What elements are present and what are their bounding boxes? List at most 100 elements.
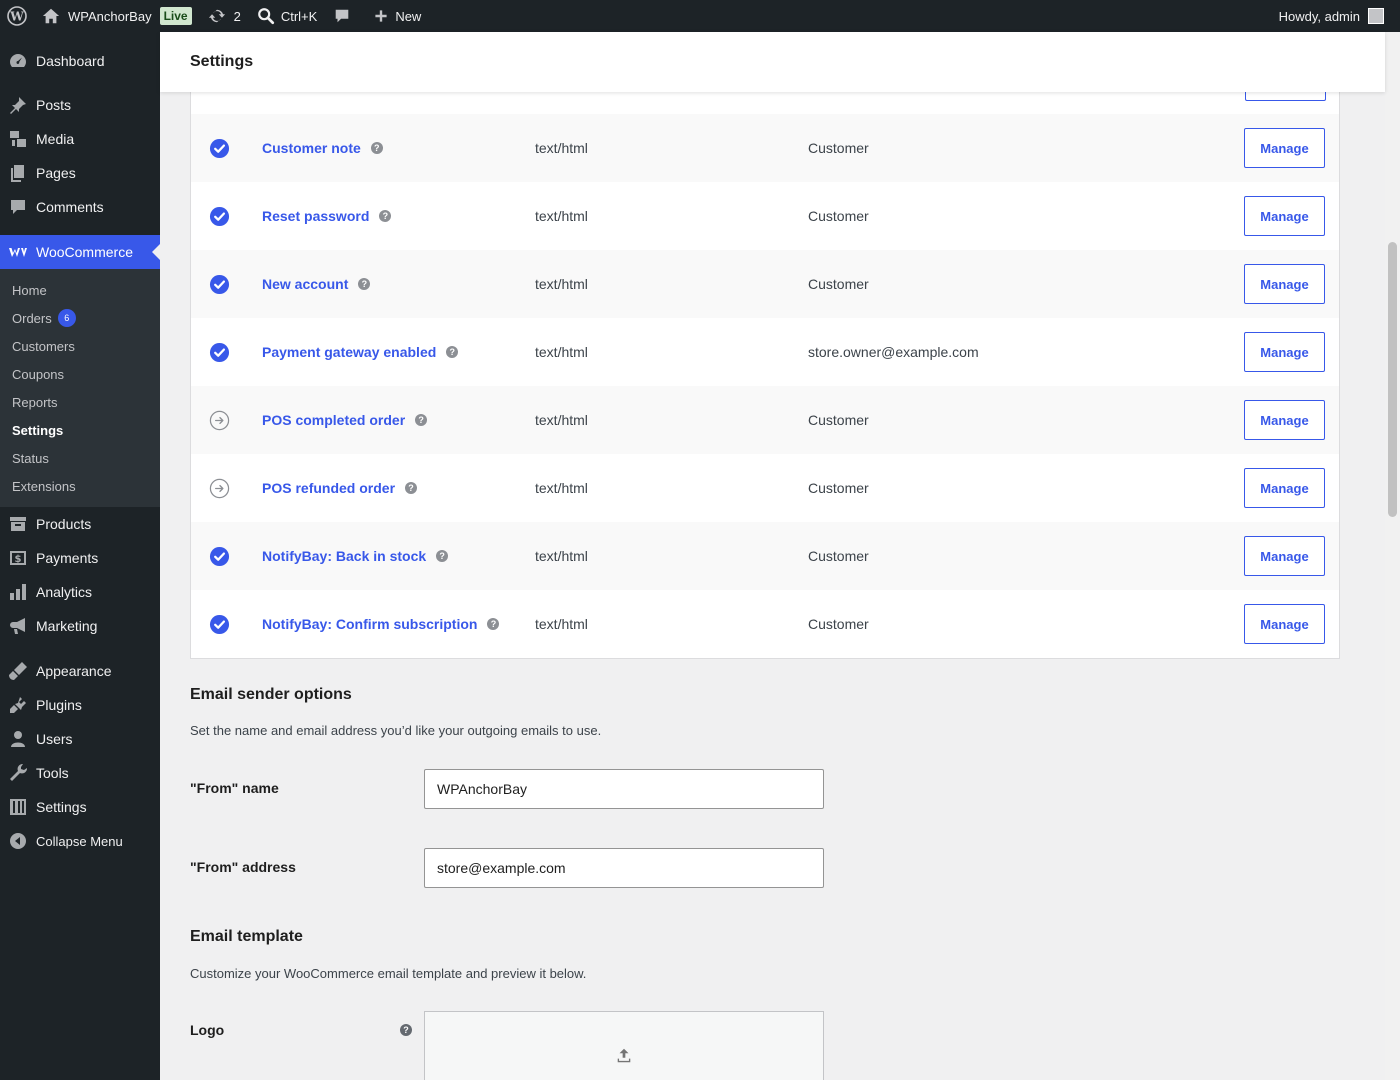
help-icon[interactable]: ? [436,550,449,562]
menu-label: Media [36,131,75,147]
email-name-link[interactable]: Reset password [262,208,369,224]
new-label: New [395,8,422,24]
check-circle-icon [209,614,230,635]
menu-label: Appearance [36,663,112,679]
arrow-circle-icon [209,410,230,431]
email-name-link[interactable]: Customer note [262,140,361,156]
submenu-status[interactable]: Status [0,444,160,472]
menu-posts[interactable]: Posts [0,88,160,122]
manage-button[interactable]: Manage [1244,536,1325,576]
manage-button[interactable]: Manage [1244,604,1325,644]
menu-payments[interactable]: $ Payments [0,541,160,575]
email-name-link[interactable]: Payment gateway enabled [262,344,436,360]
menu-plugins[interactable]: Plugins [0,688,160,722]
submenu-coupons[interactable]: Coupons [0,360,160,388]
email-name-link[interactable]: NotifyBay: Back in stock [262,548,426,564]
email-name-cell: POS completed order? [262,412,428,428]
site-name: WPAnchorBay [68,8,152,24]
email-rows: Customer note? text/html Customer Manage Res… [191,114,1339,658]
submenu-reports[interactable]: Reports [0,388,160,416]
submenu-home[interactable]: Home [0,276,160,304]
menu-analytics[interactable]: Analytics [0,575,160,609]
from-name-label: "From" name [190,780,279,796]
comment-icon [333,7,351,25]
menu-label: Plugins [36,697,82,713]
email-name-link[interactable]: New account [262,276,348,292]
manage-button[interactable]: Manage [1244,400,1325,440]
menu-tools[interactable]: Tools [0,756,160,790]
table-row: NotifyBay: Confirm subscription? text/htm… [191,590,1339,658]
menu-label: Payments [36,550,99,566]
email-notifications-table: Customer note? text/html Customer Manage Res… [190,80,1340,659]
submenu-extensions[interactable]: Extensions [0,472,160,500]
email-name-cell: Reset password? [262,208,392,224]
chart-bar-icon [8,582,28,602]
admin-sidebar: Dashboard Posts Media Pages Comments Woo… [0,32,160,1080]
help-icon[interactable]: ? [415,414,428,426]
my-account-menu[interactable]: Howdy, admin [1279,8,1400,24]
user-icon [8,729,28,749]
payments-icon: $ [8,548,28,568]
menu-users[interactable]: Users [0,722,160,756]
help-icon[interactable]: ? [487,618,500,630]
collapse-menu-button[interactable]: Collapse Menu [0,824,160,858]
menu-woocommerce[interactable]: WooCommerce [0,235,160,269]
menu-media[interactable]: Media [0,122,160,156]
menu-marketing[interactable]: Marketing [0,609,160,643]
new-content-menu[interactable]: New [359,0,429,32]
submenu-label: Customers [12,338,75,354]
from-address-input[interactable] [424,848,824,888]
menu-comments[interactable]: Comments [0,190,160,224]
check-circle-icon [209,206,230,227]
page-scrollbar[interactable] [1385,32,1400,1080]
menu-dashboard[interactable]: Dashboard [0,44,160,78]
email-name-link[interactable]: NotifyBay: Confirm subscription [262,616,477,632]
submenu-settings[interactable]: Settings [0,416,160,444]
manage-button[interactable]: Manage [1244,196,1325,236]
comments-menu[interactable] [325,0,359,32]
wordpress-logo-icon[interactable]: W [0,0,34,32]
menu-products[interactable]: Products [0,507,160,541]
dashboard-icon [8,51,28,71]
scrollbar-thumb[interactable] [1388,242,1397,517]
menu-label: Products [36,516,92,532]
command-search[interactable]: Ctrl+K [249,0,325,32]
menu-appearance[interactable]: Appearance [0,654,160,688]
sliders-icon [8,797,28,817]
help-icon[interactable]: ? [379,210,392,222]
manage-button[interactable]: Manage [1244,468,1325,508]
wrench-icon [8,763,28,783]
recipient-cell: store.owner@example.com [808,344,979,360]
submenu-customers[interactable]: Customers [0,332,160,360]
manage-button[interactable]: Manage [1244,332,1325,372]
submenu-label: Coupons [12,366,65,382]
check-circle-icon [209,342,230,363]
search-shortcut: Ctrl+K [280,8,318,24]
help-icon[interactable]: ? [400,1024,412,1036]
page-header: Settings [160,32,1385,92]
orders-count-badge: 6 [57,309,76,327]
help-icon[interactable]: ? [405,482,418,494]
manage-button[interactable]: Manage [1244,128,1325,168]
email-name-link[interactable]: POS refunded order [262,480,395,496]
menu-settings[interactable]: Settings [0,790,160,824]
menu-label: Comments [36,199,104,215]
help-icon[interactable]: ? [446,346,459,358]
menu-pages[interactable]: Pages [0,156,160,190]
help-icon[interactable]: ? [358,278,371,290]
updates-menu[interactable]: 2 [200,0,249,32]
recipient-cell: Customer [808,548,869,564]
check-circle-icon [209,138,230,159]
from-name-input[interactable] [424,769,824,809]
help-icon[interactable]: ? [370,142,383,154]
logo-upload-area[interactable] [424,1011,824,1080]
email-name-link[interactable]: POS completed order [262,412,405,428]
recipient-cell: Customer [808,140,869,156]
site-name-menu[interactable]: WPAnchorBay Live [34,0,200,32]
submenu-orders[interactable]: Orders 6 [0,304,160,332]
howdy-text: Howdy, admin [1278,8,1360,24]
table-row: NotifyBay: Back in stock? text/html Custom… [191,522,1339,590]
recipient-cell: Customer [808,276,869,292]
manage-button[interactable]: Manage [1244,264,1325,304]
content-type-cell: text/html [535,344,588,360]
